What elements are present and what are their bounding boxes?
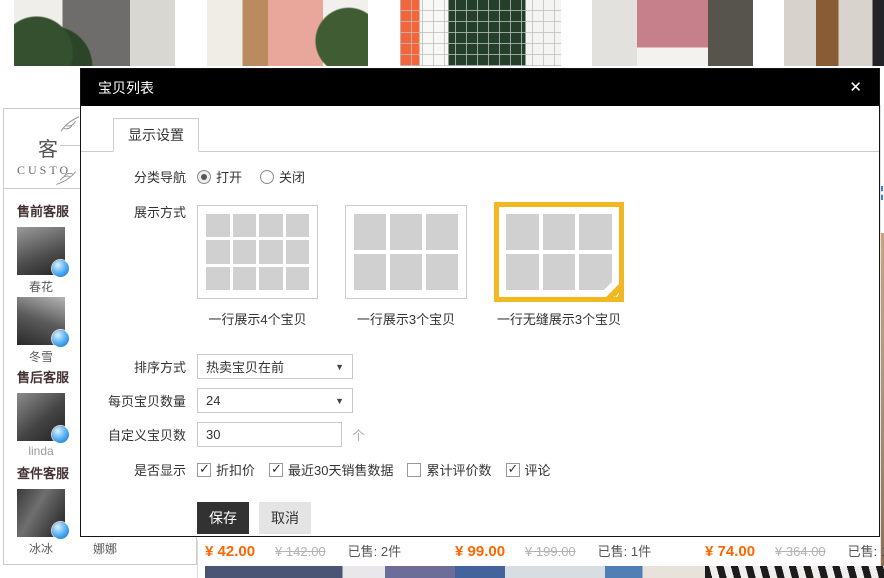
per-page-select[interactable]: 24 ▼ xyxy=(197,388,353,413)
checkbox-comments[interactable]: ✓ 评论 xyxy=(506,460,551,479)
sold-count: 已售: 2件 xyxy=(348,541,401,560)
service-member[interactable]: 冰冰 xyxy=(17,489,65,555)
chat-status-icon[interactable] xyxy=(52,330,69,347)
service-member[interactable]: linda xyxy=(17,393,65,459)
product-photo[interactable] xyxy=(592,0,753,66)
page-right-sliver xyxy=(880,105,884,578)
radio-label: 打开 xyxy=(216,167,242,186)
per-page-select-value: 24 xyxy=(206,393,220,408)
price-original: ¥ 364.00 xyxy=(775,544,826,559)
logo-cn-text: 客 xyxy=(38,133,58,162)
chat-status-icon[interactable] xyxy=(52,522,69,539)
sort-select-value: 热卖宝贝在前 xyxy=(206,357,284,376)
product-price-row: ¥ 42.00 ¥ 142.00 已售: 2件 xyxy=(205,541,465,560)
product-photo[interactable] xyxy=(784,0,884,66)
field-label: 自定义宝贝数 xyxy=(81,425,186,444)
radio-icon[interactable] xyxy=(197,170,211,184)
member-name: 冰冰 xyxy=(17,540,65,555)
display-option-caption: 一行展示3个宝贝 xyxy=(345,309,467,328)
display-option-thumbnail[interactable]: ✓ xyxy=(197,205,318,299)
member-name: 冬雪 xyxy=(17,348,65,363)
chevron-down-icon: ▼ xyxy=(335,396,344,406)
checkbox-icon[interactable]: ✓ xyxy=(506,463,520,477)
avatar[interactable] xyxy=(17,297,65,345)
product-price-row: ¥ 74.00 ¥ 364.00 已售: 1件 xyxy=(705,541,884,560)
modal-header: 宝贝列表 ✕ xyxy=(81,69,879,106)
modal-title: 宝贝列表 xyxy=(98,78,154,98)
sold-count: 已售: 1件 xyxy=(848,541,884,560)
display-option-3-per-row: ✓ 一行展示3个宝贝 xyxy=(345,202,467,328)
checkbox-label: 最近30天销售数据 xyxy=(288,460,393,479)
display-option-4-per-row: ✓ 一行展示4个宝贝 xyxy=(197,202,318,328)
field-label: 排序方式 xyxy=(81,357,186,376)
avatar[interactable] xyxy=(17,393,65,441)
avatar[interactable] xyxy=(17,227,65,275)
tab-display-settings[interactable]: 显示设置 xyxy=(113,118,199,152)
checkbox-icon[interactable]: ✓ xyxy=(407,463,421,477)
price-current: ¥ 99.00 xyxy=(455,543,505,560)
checkbox-label: 评论 xyxy=(525,460,551,479)
service-member[interactable]: 冬雪 xyxy=(17,297,65,363)
product-column-divider xyxy=(197,540,198,578)
radio-icon[interactable] xyxy=(260,170,274,184)
product-photo[interactable] xyxy=(205,566,455,578)
field-label: 每页宝贝数量 xyxy=(81,391,186,410)
field-label: 展示方式 xyxy=(81,202,186,221)
chat-status-icon[interactable] xyxy=(52,260,69,277)
display-mode-options: ✓ 一行展示4个宝贝 ✓ 一行展示3个宝贝 xyxy=(197,202,624,328)
thumbnail-grid xyxy=(206,214,309,290)
settings-form: 分类导航 打开 关闭 展示方式 xyxy=(81,167,879,534)
display-option-caption: 一行无缝展示3个宝贝 xyxy=(494,309,624,328)
sold-count: 已售: 1件 xyxy=(598,541,651,560)
display-option-thumbnail[interactable]: ✓ xyxy=(494,202,624,302)
product-list-settings-modal: 宝贝列表 ✕ 显示设置 分类导航 打开 关闭 xyxy=(80,68,880,537)
cancel-button[interactable]: 取消 xyxy=(259,502,311,534)
radio-option-close[interactable]: 关闭 xyxy=(260,167,305,186)
product-photo[interactable] xyxy=(400,0,561,66)
checkbox-discount-price[interactable]: ✓ 折扣价 xyxy=(197,460,255,479)
save-button[interactable]: 保存 xyxy=(197,502,249,534)
service-member[interactable]: 春花 xyxy=(17,227,65,293)
price-original: ¥ 142.00 xyxy=(275,544,326,559)
leaf-ornament-icon xyxy=(58,115,82,133)
checkbox-icon[interactable]: ✓ xyxy=(269,463,283,477)
checkbox-total-reviews[interactable]: ✓ 累计评价数 xyxy=(407,460,491,479)
member-name: linda xyxy=(17,444,65,459)
show-options-group: ✓ 折扣价 ✓ 最近30天销售数据 ✓ 累计评价数 ✓ 评论 xyxy=(197,460,551,479)
display-option-seamless-3-per-row: ✓ 一行无缝展示3个宝贝 xyxy=(494,202,624,328)
category-nav-radio-group: 打开 关闭 xyxy=(197,167,305,186)
product-photo[interactable] xyxy=(207,0,368,66)
field-label: 是否显示 xyxy=(81,460,186,479)
price-current: ¥ 74.00 xyxy=(705,543,755,560)
modal-tabbar: 显示设置 xyxy=(81,118,879,152)
radio-label: 关闭 xyxy=(279,167,305,186)
checkbox-label: 折扣价 xyxy=(216,460,255,479)
display-option-caption: 一行展示4个宝贝 xyxy=(197,309,318,328)
chat-status-icon[interactable] xyxy=(52,426,69,443)
field-label: 分类导航 xyxy=(81,167,186,186)
price-original: ¥ 199.00 xyxy=(525,544,576,559)
chevron-down-icon: ▼ xyxy=(335,362,344,372)
product-photo[interactable] xyxy=(705,566,884,578)
custom-count-input[interactable] xyxy=(197,422,342,447)
close-icon[interactable]: ✕ xyxy=(849,80,862,95)
product-price-row: ¥ 99.00 ¥ 199.00 已售: 1件 xyxy=(455,541,715,560)
thumbnail-grid xyxy=(354,214,458,290)
checkbox-icon[interactable]: ✓ xyxy=(197,463,211,477)
radio-option-open[interactable]: 打开 xyxy=(197,167,242,186)
check-icon: ✓ xyxy=(612,289,622,302)
avatar[interactable] xyxy=(17,489,65,537)
leaf-ornament-icon xyxy=(53,168,78,188)
sort-select[interactable]: 热卖宝贝在前 ▼ xyxy=(197,354,353,379)
page: 客 CUSTO 售前客服 春花 xyxy=(0,0,884,578)
member-name: 春花 xyxy=(17,278,65,293)
checkbox-label: 累计评价数 xyxy=(426,460,491,479)
product-photo[interactable] xyxy=(455,566,705,578)
member-name: 娜娜 xyxy=(81,540,129,555)
unit-suffix: 个 xyxy=(352,425,365,444)
display-option-thumbnail[interactable]: ✓ xyxy=(345,205,467,299)
price-current: ¥ 42.00 xyxy=(205,543,255,560)
product-photo[interactable] xyxy=(14,0,175,66)
checkbox-30day-sales[interactable]: ✓ 最近30天销售数据 xyxy=(269,460,393,479)
